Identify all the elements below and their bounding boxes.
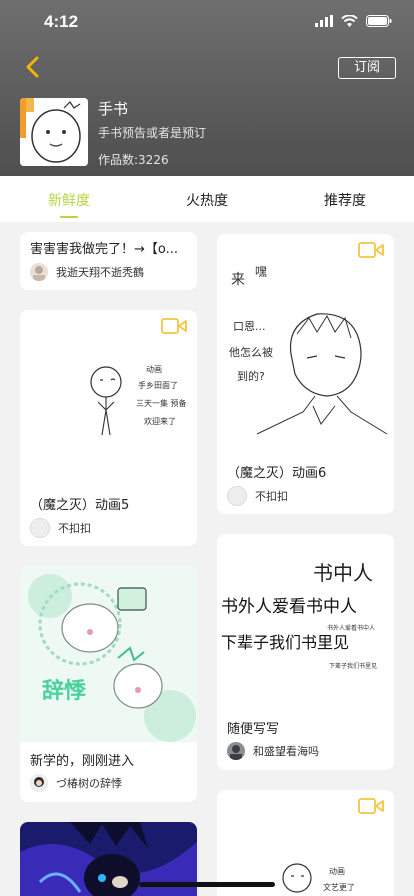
work-card[interactable]: 动画 手乡田面了 三天一集 预备 欢迎来了 （魔之灭）动画5 不扣扣 — [20, 310, 197, 546]
work-thumbnail: 来 嘿 口恩... 他怎么被 到的? — [229, 265, 388, 435]
avatar — [227, 742, 245, 760]
home-indicator[interactable] — [139, 882, 275, 887]
sketch-note: 动画 — [146, 364, 162, 374]
status-bar: 4:12 — [0, 0, 414, 44]
work-card[interactable]: 动画 文艺更了 — [217, 790, 394, 896]
battery-icon — [366, 15, 392, 27]
art-text: 下辈子我们书里见 — [221, 633, 349, 652]
signal-icon — [315, 15, 333, 27]
avatar — [30, 774, 48, 792]
author-name: 不扣扣 — [255, 490, 288, 503]
work-card[interactable]: 害害害我做完了！→【o... 我逝天翔不逝秃鶴 — [20, 232, 197, 290]
work-thumbnail: 书中人 书外人爱看书中人 书外人爱看书中人 下辈子我们书里见 下辈子我们书里见 — [221, 561, 377, 670]
tab-recommended[interactable]: 推荐度 — [276, 176, 414, 222]
chevron-left-icon — [26, 56, 39, 78]
sketch-note: 口恩... — [233, 320, 266, 333]
sketch-note: 动画 — [329, 866, 345, 876]
author-name: 不扣扣 — [58, 522, 91, 535]
avatar — [30, 518, 50, 538]
wifi-icon — [341, 15, 358, 27]
sketch-note: 他怎么被 — [229, 345, 273, 359]
work-card[interactable]: 书中人 书外人爱看书中人 书外人爱看书中人 下辈子我们书里见 下辈子我们书里见 … — [217, 534, 394, 770]
author-name: 和盛望看海吗 — [253, 745, 319, 758]
art-text: 下辈子我们书里见 — [329, 662, 377, 670]
work-card[interactable]: 来 嘿 口恩... 他怎么被 到的? （魔之灭）动画6 不扣扣 — [217, 234, 394, 514]
works-count: 作品数:3226 — [98, 153, 169, 167]
category-header: 4:12 订阅 手书 手书预告或者是预订 作品数:3226 — [0, 0, 414, 176]
work-author[interactable]: づ椿树の辞悸 — [30, 774, 122, 792]
work-author[interactable]: 和盛望看海吗 — [227, 742, 319, 760]
avatar — [227, 486, 247, 506]
work-author[interactable]: 不扣扣 — [227, 486, 288, 506]
sketch-note: 文艺更了 — [323, 882, 355, 892]
status-time: 4:12 — [44, 12, 79, 31]
sketch-note: 欢迎来了 — [144, 416, 176, 426]
sketch-note: 来 — [231, 272, 245, 288]
sketch-note: 手乡田面了 — [138, 380, 178, 390]
sort-tabs: 新鲜度 火热度 推荐度 — [0, 176, 414, 222]
art-text: 书外人爱看书中人 — [221, 597, 357, 617]
status-icons — [315, 15, 392, 27]
work-author[interactable]: 不扣扣 — [30, 518, 91, 538]
work-thumbnail: 辞悸 — [20, 566, 197, 742]
subscribe-button[interactable]: 订阅 — [338, 57, 396, 79]
sketch-note: 嘿 — [255, 265, 267, 279]
works-feed[interactable]: 害害害我做完了！→【o... 我逝天翔不逝秃鶴 动画 手乡田面了 三天一集 预备… — [0, 222, 414, 896]
back-button[interactable] — [20, 54, 46, 80]
tab-popularity[interactable]: 火热度 — [138, 176, 276, 222]
work-title: （魔之灭）动画6 — [227, 466, 327, 481]
work-title: 害害害我做完了！→【o... — [30, 242, 179, 257]
work-title: 随便写写 — [227, 722, 280, 737]
author-name: づ椿树の辞悸 — [56, 777, 122, 790]
work-thumbnail: 动画 文艺更了 — [282, 863, 355, 893]
work-author[interactable]: 我逝天翔不逝秃鶴 — [30, 263, 144, 281]
art-text: 辞悸 — [42, 678, 87, 704]
sketch-note: 到的? — [237, 369, 265, 383]
work-title: 新学的，刚刚进入 — [30, 754, 135, 769]
art-text: 书中人 — [313, 561, 373, 585]
work-title: （魔之灭）动画5 — [30, 498, 130, 513]
work-thumbnail: 动画 手乡田面了 三天一集 预备 欢迎来了 — [90, 364, 187, 436]
art-text: 书外人爱看书中人 — [327, 624, 375, 632]
sketch-note: 三天一集 预备 — [136, 398, 187, 408]
category-description: 手书预告或者是预订 — [98, 126, 207, 140]
category-cover-image — [20, 98, 88, 166]
tab-freshness[interactable]: 新鲜度 — [0, 176, 138, 222]
category-title: 手书 — [98, 100, 129, 118]
author-name: 我逝天翔不逝秃鶴 — [56, 266, 144, 279]
work-card[interactable]: 辞悸 新学的，刚刚进入 づ椿树の辞悸 — [20, 566, 197, 802]
avatar — [30, 263, 48, 281]
